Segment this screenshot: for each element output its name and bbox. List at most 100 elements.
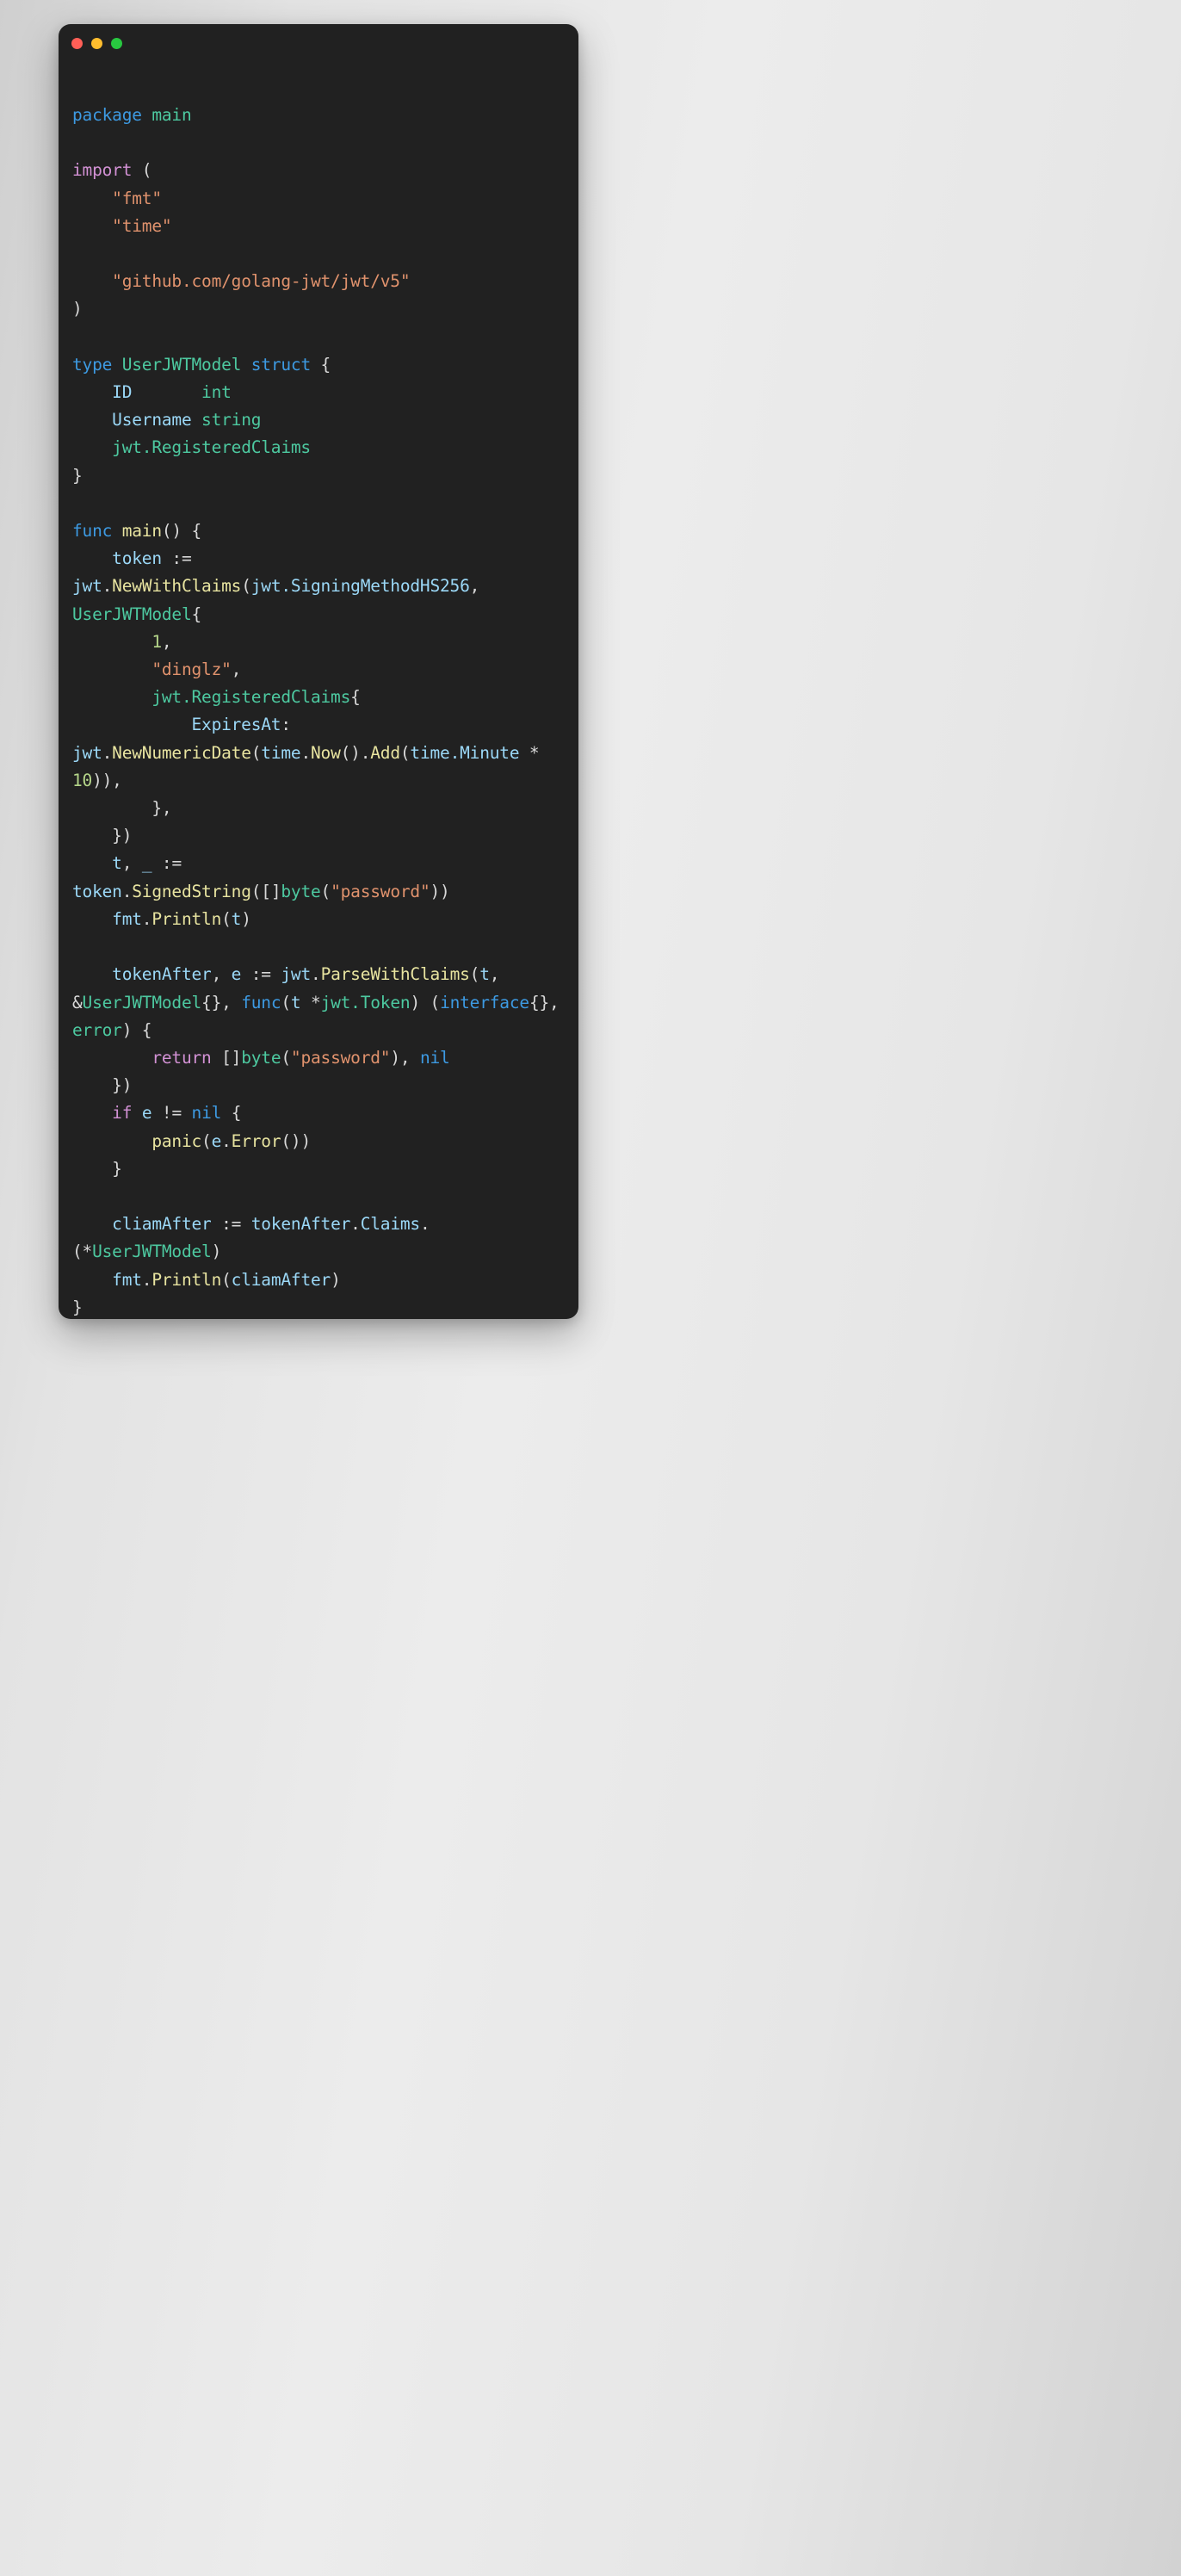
code-token: }) bbox=[72, 1075, 133, 1096]
code-token: NewWithClaims bbox=[112, 576, 242, 597]
code-token: jwt bbox=[72, 576, 102, 597]
code-token: interface bbox=[440, 992, 529, 1012]
code-line: panic(e.Error()) bbox=[72, 1128, 565, 1155]
code-token: jwt.RegisteredClaims bbox=[112, 437, 311, 458]
code-token: UserJWTModel bbox=[121, 354, 242, 375]
code-token: { bbox=[311, 354, 331, 375]
code-token: ( bbox=[132, 160, 152, 181]
code-token: t bbox=[479, 964, 490, 985]
code-token: ) bbox=[241, 908, 251, 929]
code-line: }) bbox=[72, 822, 565, 850]
code-token: { bbox=[350, 687, 361, 708]
code-token: byte bbox=[281, 881, 321, 901]
code-token: )), bbox=[92, 770, 122, 790]
code-token: := bbox=[241, 964, 281, 985]
code-token: UserJWTModel bbox=[82, 992, 202, 1012]
code-line: ExpiresAt: jwt.NewNumericDate(time.Now()… bbox=[72, 711, 565, 795]
code-line: type UserJWTModel struct { bbox=[72, 351, 565, 379]
code-token: Add bbox=[370, 742, 400, 763]
code-token: cliamAfter bbox=[231, 1269, 331, 1290]
code-line: token := jwt.NewWithClaims(jwt.SigningMe… bbox=[72, 545, 565, 629]
code-token: func bbox=[72, 521, 113, 542]
minimize-button-icon[interactable] bbox=[91, 37, 102, 49]
code-token: } bbox=[72, 1297, 83, 1317]
code-token: ) bbox=[72, 299, 83, 319]
code-token: ( bbox=[221, 1269, 232, 1290]
code-token: . bbox=[300, 742, 311, 763]
code-token: struct bbox=[250, 354, 311, 375]
code-token: ( bbox=[469, 964, 480, 985]
code-token: }, bbox=[72, 798, 172, 819]
maximize-button-icon[interactable] bbox=[111, 37, 122, 49]
code-token: nil bbox=[419, 1047, 450, 1068]
code-token: ID bbox=[112, 382, 133, 403]
code-token: import bbox=[72, 160, 133, 181]
code-token: ) bbox=[211, 1242, 222, 1262]
code-token: e bbox=[211, 1130, 222, 1151]
code-line: ) bbox=[72, 295, 565, 323]
code-token: ([] bbox=[250, 881, 281, 901]
code-token: t bbox=[112, 853, 122, 874]
code-token: UserJWTModel bbox=[92, 1242, 212, 1262]
code-token: )) bbox=[430, 881, 450, 901]
code-line: cliamAfter := tokenAfter.Claims.(*UserJW… bbox=[72, 1211, 565, 1266]
close-button-icon[interactable] bbox=[71, 37, 83, 49]
code-token: SignedString bbox=[132, 881, 251, 901]
code-token: 1 bbox=[151, 631, 162, 652]
code-token: string bbox=[201, 410, 262, 430]
code-token: ) ( bbox=[410, 992, 441, 1012]
code-block: package main import ( "fmt" "time" "gith… bbox=[59, 62, 578, 1319]
code-line: tokenAfter, e := jwt.ParseWithClaims(t, … bbox=[72, 961, 565, 1044]
code-token: , bbox=[161, 631, 172, 652]
code-line: "dinglz", bbox=[72, 656, 565, 684]
code-line: fmt.Println(t) bbox=[72, 906, 565, 933]
code-line: jwt.RegisteredClaims bbox=[72, 434, 565, 461]
code-token: }) bbox=[72, 826, 133, 846]
code-token: Error bbox=[231, 1130, 281, 1151]
code-token: ()) bbox=[281, 1130, 311, 1151]
code-token: token bbox=[112, 548, 162, 569]
code-line: return []byte("password"), nil bbox=[72, 1044, 565, 1072]
code-line: import ( bbox=[72, 157, 565, 184]
code-token: cliamAfter bbox=[112, 1214, 212, 1235]
code-token: t bbox=[231, 908, 242, 929]
code-token: fmt bbox=[112, 1269, 142, 1290]
code-token: . bbox=[350, 1214, 361, 1235]
code-token: (). bbox=[340, 742, 371, 763]
code-token: if bbox=[112, 1103, 133, 1124]
code-token: NewNumericDate bbox=[112, 742, 251, 763]
code-token: time bbox=[261, 742, 301, 763]
code-token: t bbox=[290, 992, 301, 1012]
code-token: . bbox=[141, 908, 152, 929]
code-line: 1, bbox=[72, 629, 565, 656]
code-token: , bbox=[231, 659, 242, 680]
code-token: { bbox=[191, 604, 202, 624]
code-token: * bbox=[519, 742, 549, 763]
code-token: ( bbox=[399, 742, 411, 763]
code-token: ( bbox=[241, 576, 251, 597]
code-token: 10 bbox=[72, 770, 93, 790]
code-token: Username bbox=[112, 410, 192, 430]
code-token: Println bbox=[151, 908, 222, 929]
code-token: ExpiresAt bbox=[191, 715, 281, 735]
code-token: "time" bbox=[112, 215, 172, 236]
code-token: panic bbox=[151, 1130, 202, 1151]
code-token: tokenAfter bbox=[250, 1214, 351, 1235]
code-token: jwt.RegisteredClaims bbox=[151, 687, 351, 708]
code-token: {}, bbox=[529, 992, 570, 1012]
code-token: . bbox=[221, 1130, 232, 1151]
